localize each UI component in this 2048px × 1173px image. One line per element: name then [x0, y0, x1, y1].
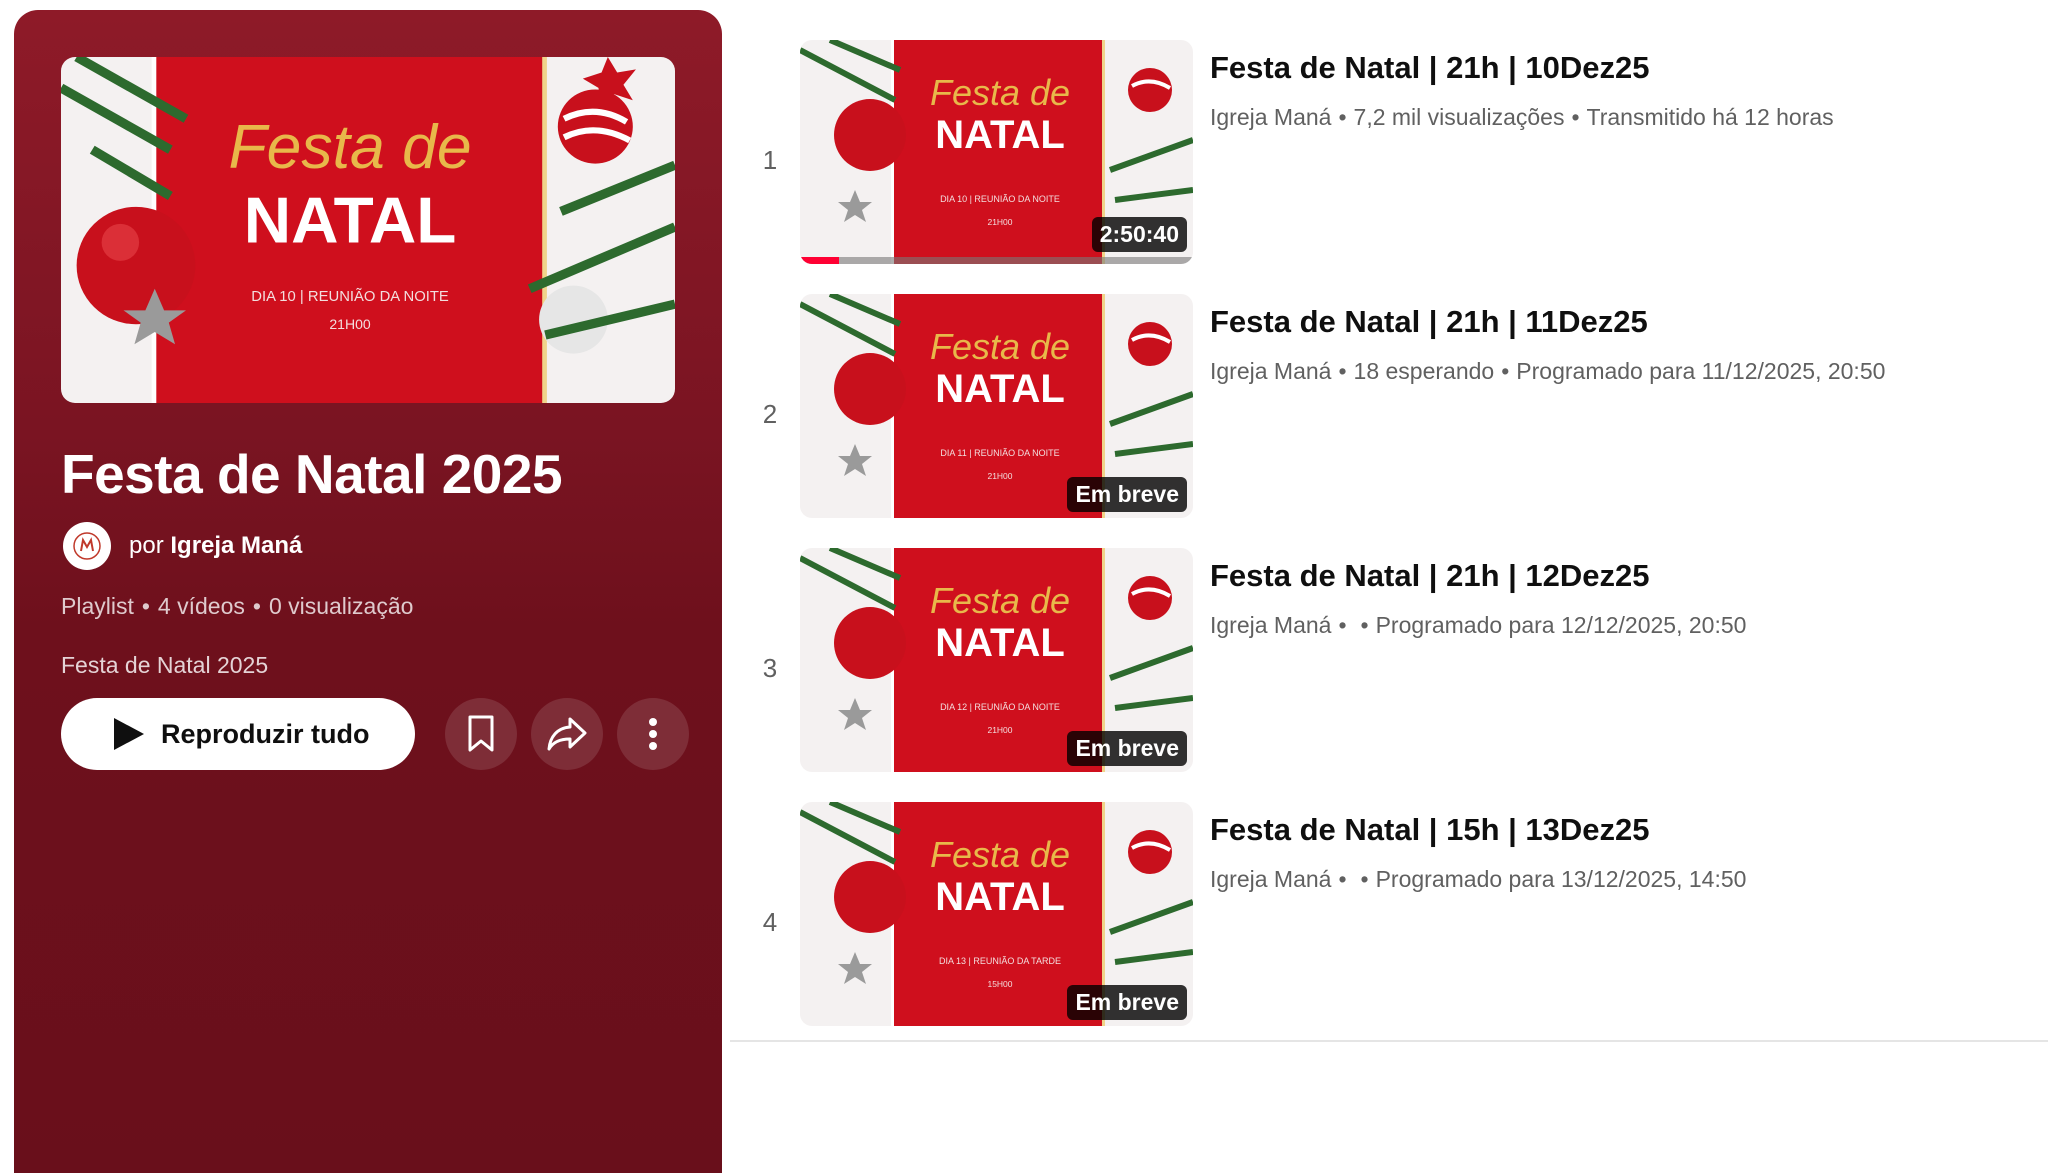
thumb-line1: DIA 12 | REUNIÃO DA NOITE — [940, 702, 1060, 712]
watch-progress-fill — [800, 257, 840, 264]
owner-text[interactable]: por Igreja Maná — [129, 532, 302, 560]
coming-soon-badge: Em breve — [1067, 477, 1187, 512]
svg-text:NATAL: NATAL — [935, 621, 1065, 665]
video-index: 2 — [762, 399, 778, 429]
video-channel[interactable]: Igreja Maná — [1210, 104, 1331, 130]
thumb-line2: 21H00 — [987, 471, 1012, 481]
video-thumbnail[interactable]: Festa de NATAL DIA 10 | REUNIÃO DA NOITE… — [800, 40, 1193, 264]
video-title[interactable]: Festa de Natal | 15h | 13Dez25 — [1210, 812, 1650, 848]
playlist-header-panel: Festa de NATAL DIA 10 | REUNIÃO DA NOITE… — [14, 10, 722, 1173]
video-meta: Igreja Maná • 7,2 mil visualizações • Transm… — [1210, 104, 1834, 130]
watch-progress-bar — [800, 257, 1193, 264]
poster-line1: DIA 10 | REUNIÃO DA NOITE — [251, 288, 449, 305]
playlist-thumbnail[interactable]: Festa de NATAL DIA 10 | REUNIÃO DA NOITE… — [61, 57, 675, 403]
more-vertical-icon — [649, 718, 657, 750]
video-meta: Igreja Maná • • Programado para 13/12/2025,… — [1210, 866, 1747, 892]
playlist-title: Festa de Natal 2025 — [61, 443, 563, 505]
svg-text:Festa de: Festa de — [930, 834, 1070, 875]
video-status: Programado para 13/12/2025, 14:50 — [1375, 866, 1747, 892]
video-index: 4 — [762, 907, 778, 937]
video-row[interactable]: 2 Festa de NATAL DIA 11 | REUNIÃO DA NOI… — [730, 294, 2048, 534]
thumb-line1: DIA 11 | REUNIÃO DA NOITE — [940, 448, 1059, 458]
church-logo-icon[interactable] — [63, 522, 111, 570]
save-playlist-button[interactable] — [445, 698, 517, 770]
video-index: 3 — [762, 653, 778, 683]
video-row[interactable]: 4 Festa de NATAL DIA 13 | REUNIÃO DA TAR… — [730, 802, 2048, 1042]
play-icon — [114, 718, 144, 750]
video-title[interactable]: Festa de Natal | 21h | 11Dez25 — [1210, 304, 1648, 340]
coming-soon-badge: Em breve — [1067, 731, 1187, 766]
video-meta: Igreja Maná • 18 esperando • Programado para… — [1210, 358, 1886, 384]
play-all-label: Reproduzir tudo — [161, 718, 370, 749]
svg-text:Festa de: Festa de — [930, 72, 1070, 113]
stat-views: 0 visualização — [268, 593, 414, 619]
poster-big-title: NATAL — [244, 184, 457, 257]
video-stat: 7,2 mil visualizações — [1353, 104, 1565, 130]
thumb-line1: DIA 10 | REUNIÃO DA NOITE — [940, 194, 1060, 204]
play-all-button[interactable]: Reproduzir tudo — [61, 698, 415, 770]
video-stat: 18 esperando — [1353, 358, 1495, 384]
christmas-poster-image: Festa de NATAL DIA 10 | REUNIÃO DA NOITE… — [61, 57, 675, 403]
video-index: 1 — [762, 145, 778, 175]
svg-text:Festa de: Festa de — [930, 580, 1070, 621]
more-actions-button[interactable] — [617, 698, 689, 770]
poster-line2: 21H00 — [329, 316, 371, 332]
stat-type: Playlist — [61, 593, 134, 619]
share-icon — [547, 717, 587, 751]
playlist-video-list: 1 Festa de NATAL DIA 10 | REUNIÃO DA NOI… — [730, 0, 2048, 1040]
video-status: Transmitido há 12 horas — [1586, 104, 1834, 130]
video-channel[interactable]: Igreja Maná — [1210, 612, 1331, 638]
svg-text:NATAL: NATAL — [935, 875, 1065, 919]
owner-prefix: por — [129, 532, 164, 559]
video-status: Programado para 11/12/2025, 20:50 — [1516, 358, 1886, 384]
video-thumbnail[interactable]: Festa de NATAL DIA 13 | REUNIÃO DA TARDE… — [800, 802, 1193, 1026]
playlist-owner[interactable]: por Igreja Maná — [61, 520, 302, 572]
video-channel[interactable]: Igreja Maná — [1210, 358, 1331, 384]
poster-script-title: Festa de — [228, 114, 471, 183]
share-button[interactable] — [531, 698, 603, 770]
thumb-line1: DIA 13 | REUNIÃO DA TARDE — [939, 956, 1061, 966]
video-title[interactable]: Festa de Natal | 21h | 12Dez25 — [1210, 558, 1650, 594]
svg-text:NATAL: NATAL — [935, 113, 1065, 157]
list-divider — [730, 1040, 2048, 1042]
svg-text:Festa de: Festa de — [930, 326, 1070, 367]
thumb-line2: 21H00 — [987, 725, 1012, 735]
duration-badge: 2:50:40 — [1091, 217, 1187, 252]
video-thumbnail[interactable]: Festa de NATAL DIA 11 | REUNIÃO DA NOITE… — [800, 294, 1193, 518]
stat-video-count: 4 vídeos — [157, 593, 245, 619]
video-status: Programado para 12/12/2025, 20:50 — [1375, 612, 1747, 638]
owner-name[interactable]: Igreja Maná — [170, 532, 302, 559]
playlist-description: Festa de Natal 2025 — [61, 652, 269, 678]
coming-soon-badge: Em breve — [1067, 985, 1187, 1020]
svg-text:NATAL: NATAL — [935, 367, 1065, 411]
video-thumbnail[interactable]: Festa de NATAL DIA 12 | REUNIÃO DA NOITE… — [800, 548, 1193, 772]
thumb-line2: 15H00 — [987, 979, 1012, 989]
thumb-line2: 21H00 — [987, 217, 1012, 227]
bookmark-icon — [468, 715, 494, 752]
playlist-actions: Reproduzir tudo — [61, 698, 691, 770]
video-title[interactable]: Festa de Natal | 21h | 10Dez25 — [1210, 50, 1650, 86]
playlist-stats: Playlist • 4 vídeos • 0 visualização — [61, 593, 414, 619]
video-row[interactable]: 1 Festa de NATAL DIA 10 | REUNIÃO DA NOI… — [730, 40, 2048, 280]
video-channel[interactable]: Igreja Maná — [1210, 866, 1331, 892]
video-meta: Igreja Maná • • Programado para 12/12/2025,… — [1210, 612, 1747, 638]
video-row[interactable]: 3 Festa de NATAL DIA 12 | REUNIÃO DA NOI… — [730, 548, 2048, 788]
